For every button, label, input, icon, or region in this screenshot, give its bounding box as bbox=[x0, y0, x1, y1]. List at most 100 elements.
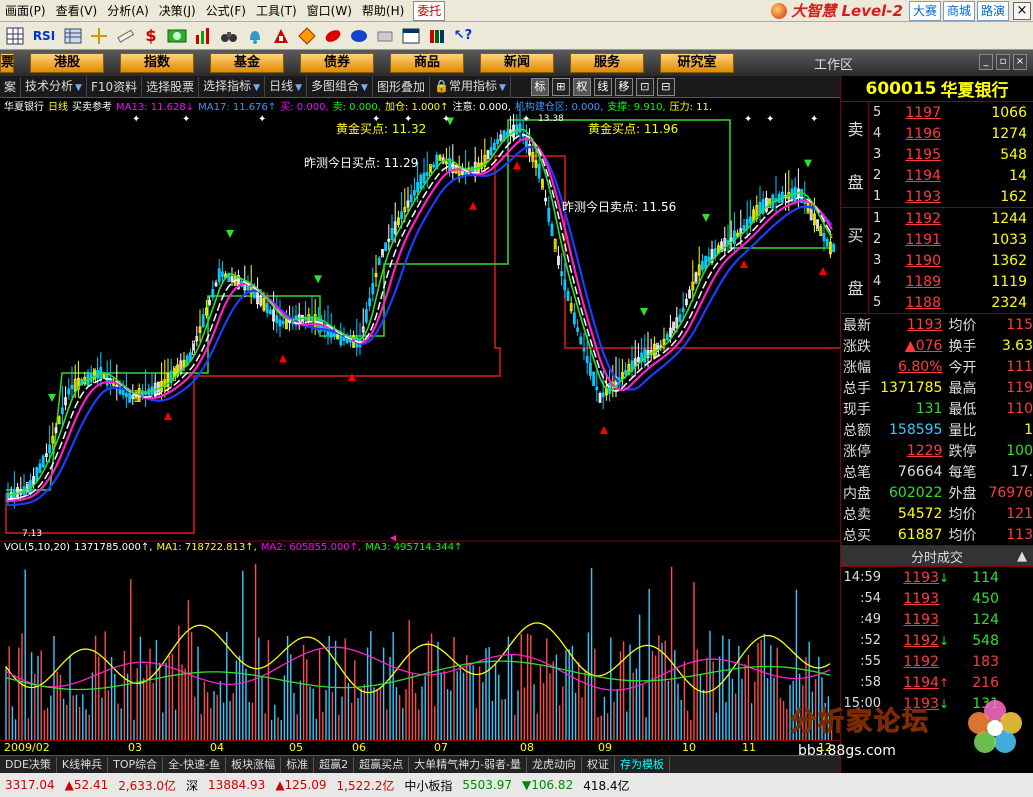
buy-price[interactable]: 1189 bbox=[881, 274, 941, 290]
tab-kline-magic[interactable]: K线神兵 bbox=[57, 756, 109, 773]
dollar-icon[interactable]: $ bbox=[140, 25, 162, 47]
grid-icon[interactable] bbox=[4, 25, 26, 47]
tab-sector-gain[interactable]: 板块涨幅 bbox=[226, 756, 282, 773]
subtool-overlay[interactable]: 图形叠加 bbox=[373, 76, 430, 97]
chart-canvas[interactable]: ✦ ✦ ✦ ✦ ✦ ✦ ✦ ✦ ✦ ✦ bbox=[0, 98, 840, 740]
dropdown-arrow-icon: ▼ bbox=[361, 82, 368, 93]
close-small-icon[interactable]: × bbox=[1013, 54, 1027, 70]
subtool-select-stock[interactable]: 选择股票 bbox=[142, 76, 200, 97]
subtool-multi-chart[interactable]: 多图组合 ▼ bbox=[307, 75, 373, 98]
subtool-case[interactable]: 案 bbox=[0, 76, 22, 97]
subtool-f10[interactable]: F10资料 bbox=[87, 76, 143, 97]
roadshow-button[interactable]: 路演 bbox=[976, 0, 1009, 21]
tick-scroll-arrow-icon[interactable]: ▲ bbox=[1017, 549, 1027, 564]
contest-button[interactable]: 大赛 bbox=[908, 0, 941, 21]
toggle-line[interactable]: 线 bbox=[593, 77, 612, 96]
tab-big-order[interactable]: 大单精气神力-弱者-量 bbox=[409, 756, 528, 773]
toggle-split[interactable]: ⊟ bbox=[656, 77, 675, 96]
buy-price[interactable]: 1188 bbox=[881, 295, 941, 311]
fund-icon[interactable] bbox=[270, 25, 292, 47]
tab-save-template[interactable]: 存为模板 bbox=[615, 756, 671, 773]
sell-price[interactable]: 1194 bbox=[881, 168, 941, 184]
category-service[interactable]: 服务 bbox=[570, 53, 644, 73]
menu-item-tools[interactable]: 工具(T) bbox=[251, 0, 302, 22]
category-index[interactable]: 指数 bbox=[120, 53, 194, 73]
category-research[interactable]: 研究室 bbox=[660, 53, 734, 73]
buy-price[interactable]: 1192 bbox=[881, 211, 941, 227]
sell-price[interactable]: 1196 bbox=[881, 126, 941, 142]
subtool-technical-analysis[interactable]: 技术分析 ▼ bbox=[21, 75, 87, 98]
sell-row[interactable]: 1 1193 162 bbox=[841, 186, 1033, 207]
tab-dragon-tiger[interactable]: 龙虎动向 bbox=[527, 756, 583, 773]
sell-row[interactable]: 3 1195 548 bbox=[841, 144, 1033, 165]
tab-super-win[interactable]: 超赢2 bbox=[314, 756, 355, 773]
sell-price[interactable]: 1197 bbox=[881, 105, 941, 121]
crosshair-icon[interactable] bbox=[88, 25, 110, 47]
toggle-rights[interactable]: 权 bbox=[572, 77, 591, 96]
buy-row[interactable]: 3 1190 1362 bbox=[841, 250, 1033, 271]
pill-icon[interactable] bbox=[322, 25, 344, 47]
menu-item-formula[interactable]: 公式(F) bbox=[201, 0, 251, 22]
menu-item-help[interactable]: 帮助(H) bbox=[357, 0, 409, 22]
tab-fast-fish[interactable]: 全-快速-鱼 bbox=[163, 756, 227, 773]
menu-item-window[interactable]: 窗口(W) bbox=[302, 0, 357, 22]
sell-price[interactable]: 1195 bbox=[881, 147, 941, 163]
menu-item-decision[interactable]: 决策(J) bbox=[154, 0, 201, 22]
minimize-icon[interactable]: _ bbox=[979, 54, 993, 70]
trade-icon[interactable] bbox=[166, 25, 188, 47]
window-icon[interactable] bbox=[400, 25, 422, 47]
table-icon[interactable] bbox=[62, 25, 84, 47]
books-icon[interactable] bbox=[426, 25, 448, 47]
mall-button[interactable]: 商城 bbox=[942, 0, 975, 21]
sell-row[interactable]: 2 1194 14 bbox=[841, 165, 1033, 186]
toggle-move[interactable]: 移 bbox=[614, 77, 633, 96]
subtool-period[interactable]: 日线 ▼ bbox=[265, 75, 308, 98]
alert-bell-icon[interactable] bbox=[244, 25, 266, 47]
help-cursor-icon[interactable]: ↖? bbox=[452, 25, 474, 47]
rsi-icon[interactable]: RSI bbox=[30, 25, 58, 47]
subtool-select-indicator[interactable]: 选择指标 ▼ bbox=[199, 75, 266, 98]
toggle-grid[interactable]: ⊞ bbox=[551, 77, 570, 96]
restore-icon[interactable]: ▫ bbox=[996, 54, 1010, 70]
toggle-mark[interactable]: 标 bbox=[530, 77, 549, 96]
buy-row[interactable]: 1 1192 1244 bbox=[841, 208, 1033, 229]
sell-row[interactable]: 4 1196 1274 bbox=[841, 123, 1033, 144]
category-hk-stocks[interactable]: 港股 bbox=[30, 53, 104, 73]
menu-item-view[interactable]: 查看(V) bbox=[51, 0, 103, 22]
candle-body bbox=[701, 261, 704, 271]
menu-item-analysis[interactable]: 分析(A) bbox=[102, 0, 154, 22]
ruler-icon[interactable] bbox=[114, 25, 136, 47]
trade-order-button[interactable]: 委托 bbox=[413, 0, 446, 21]
bar-chart-icon[interactable] bbox=[192, 25, 214, 47]
sell-row[interactable]: 5 1197 1066 bbox=[841, 102, 1033, 123]
candle-body bbox=[492, 142, 496, 150]
diamond-icon[interactable] bbox=[296, 25, 318, 47]
subtool-common-indicators[interactable]: 🔒常用指标 ▼ bbox=[430, 75, 511, 98]
quote-icon[interactable] bbox=[348, 25, 370, 47]
category-commodity[interactable]: 商品 bbox=[390, 53, 464, 73]
tick-trades-header[interactable]: 分时成交 ▲ bbox=[841, 545, 1033, 567]
tab-standard[interactable]: 标准 bbox=[281, 756, 315, 773]
sell-price[interactable]: 1193 bbox=[881, 189, 941, 205]
buy-row[interactable]: 2 1191 1033 bbox=[841, 229, 1033, 250]
tab-warrant[interactable]: 权证 bbox=[582, 756, 616, 773]
kline-chart[interactable]: ✦ ✦ ✦ ✦ ✦ ✦ ✦ ✦ ✦ ✦ 华夏银行 日线 买卖参考 MA13: 11.628↓ MA17: … bbox=[0, 98, 840, 740]
category-stub[interactable]: 票 bbox=[0, 53, 14, 73]
category-news[interactable]: 新闻 bbox=[480, 53, 554, 73]
menu-item-screen[interactable]: 画面(P) bbox=[0, 0, 51, 22]
category-bond[interactable]: 债券 bbox=[300, 53, 374, 73]
close-icon[interactable]: × bbox=[1013, 2, 1031, 20]
eraser-icon[interactable] bbox=[374, 25, 396, 47]
tab-dde[interactable]: DDE决策 bbox=[0, 756, 57, 773]
tab-super-win-buy[interactable]: 超赢买点 bbox=[354, 756, 410, 773]
buy-row[interactable]: 4 1189 1119 bbox=[841, 271, 1033, 292]
category-fund[interactable]: 基金 bbox=[210, 53, 284, 73]
toggle-frame[interactable]: ⊡ bbox=[635, 77, 654, 96]
buy-price[interactable]: 1190 bbox=[881, 253, 941, 269]
binoculars-icon[interactable] bbox=[218, 25, 240, 47]
buy-row[interactable]: 5 1188 2324 bbox=[841, 292, 1033, 313]
candle-body bbox=[582, 348, 586, 352]
tab-top[interactable]: TOP综合 bbox=[108, 756, 164, 773]
workspace-label[interactable]: 工作区 bbox=[814, 54, 853, 73]
buy-price[interactable]: 1191 bbox=[881, 232, 941, 248]
